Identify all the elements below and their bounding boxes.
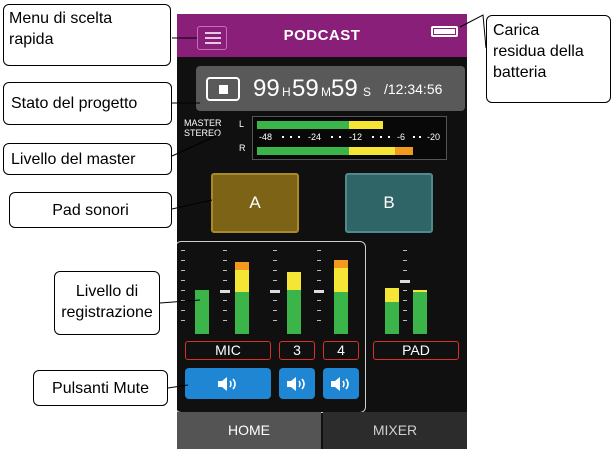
callout-battery-line2: residua della — [493, 43, 584, 60]
callout-mute-buttons: Pulsanti Mute — [33, 370, 168, 406]
callout-mute-buttons-text: Pulsanti Mute — [52, 380, 149, 397]
callout-battery-line1: Carica — [493, 22, 540, 39]
callout-quick-menu-line2: rapida — [9, 31, 54, 48]
callout-master-level: Livello del master — [3, 143, 172, 175]
callout-battery: Carica residua della batteria — [486, 15, 611, 103]
callout-recording-level: Livello di registrazione — [54, 271, 160, 335]
callout-sound-pads: Pad sonori — [9, 192, 172, 228]
callout-quick-menu: Menu di scelta rapida — [3, 4, 171, 66]
callout-project-status: Stato del progetto — [3, 82, 172, 125]
callout-quick-menu-line1: Menu di scelta — [9, 10, 113, 27]
callout-battery-line3: batteria — [493, 64, 547, 81]
callout-recording-level-line1: Livello di — [75, 283, 139, 300]
callout-master-level-text: Livello del master — [11, 151, 136, 168]
callout-recording-level-line2: registrazione — [61, 304, 153, 321]
screen: PODCAST 99 H 59 M 59 S /12:34:56 MASTER … — [0, 0, 614, 449]
callout-project-status-text: Stato del progetto — [11, 95, 138, 112]
callout-sound-pads-text: Pad sonori — [52, 202, 129, 219]
